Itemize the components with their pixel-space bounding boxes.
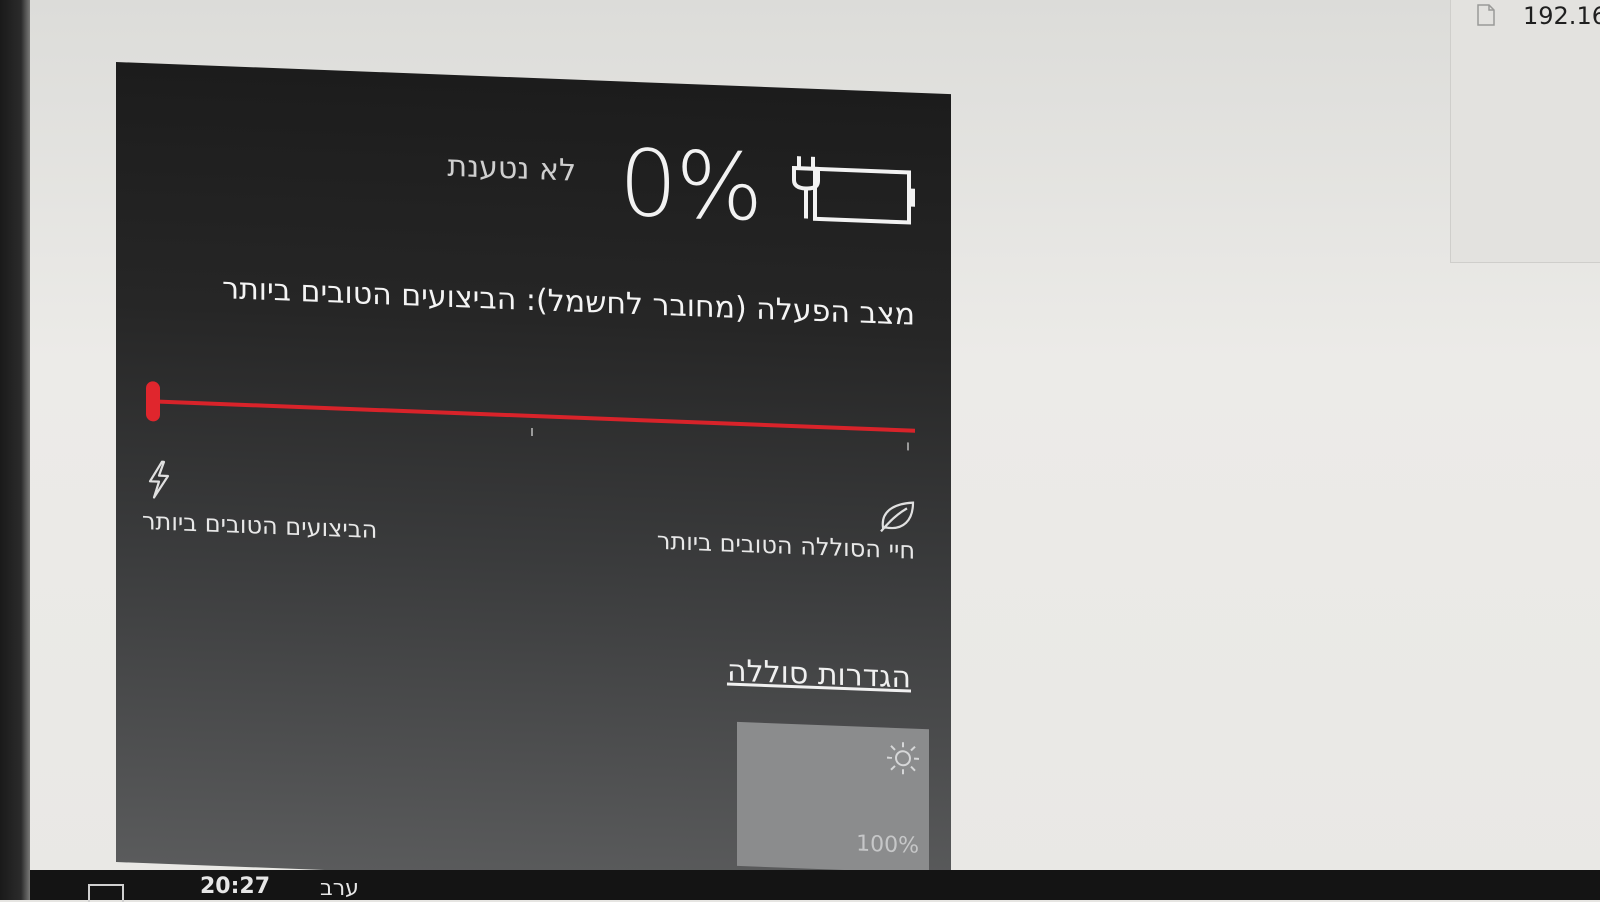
- ip-address-label: 192.16: [1523, 2, 1600, 30]
- screen-bezel: [0, 0, 30, 900]
- taskbar-clock[interactable]: 20:27: [200, 874, 270, 899]
- slider-tick: [907, 442, 909, 450]
- power-mode-slider[interactable]: [146, 381, 915, 451]
- best-performance-label: הביצועים הטובים ביותר: [142, 507, 377, 544]
- slider-thumb[interactable]: [146, 381, 160, 422]
- leaf-icon: [877, 497, 917, 535]
- slider-track[interactable]: [156, 400, 915, 433]
- sun-icon: [885, 740, 921, 777]
- taskbar-period: ערב: [320, 876, 359, 901]
- brightness-quick-action[interactable]: 100%: [737, 722, 929, 873]
- taskbar: 20:27 ערב: [30, 870, 1600, 900]
- power-mode-label: מצב הפעלה (מחובר לחשמל): הביצועים הטובים…: [215, 266, 915, 339]
- slider-tick: [531, 428, 533, 436]
- task-view-icon[interactable]: [88, 884, 124, 902]
- battery-percentage: 0%: [619, 129, 761, 241]
- network-info-tile[interactable]: 192.16: [1450, 0, 1600, 263]
- brightness-value: 100%: [856, 831, 919, 858]
- lightning-icon: [142, 459, 176, 500]
- battery-plugged-icon: [789, 154, 917, 229]
- battery-flyout: 0% לא נטענת מצב הפעלה (מחובר לחשמל): הבי…: [116, 62, 951, 894]
- charging-status: לא נטענת: [447, 149, 576, 189]
- file-icon: [1477, 4, 1495, 26]
- battery-settings-link[interactable]: הגדרות סוללה: [727, 653, 911, 695]
